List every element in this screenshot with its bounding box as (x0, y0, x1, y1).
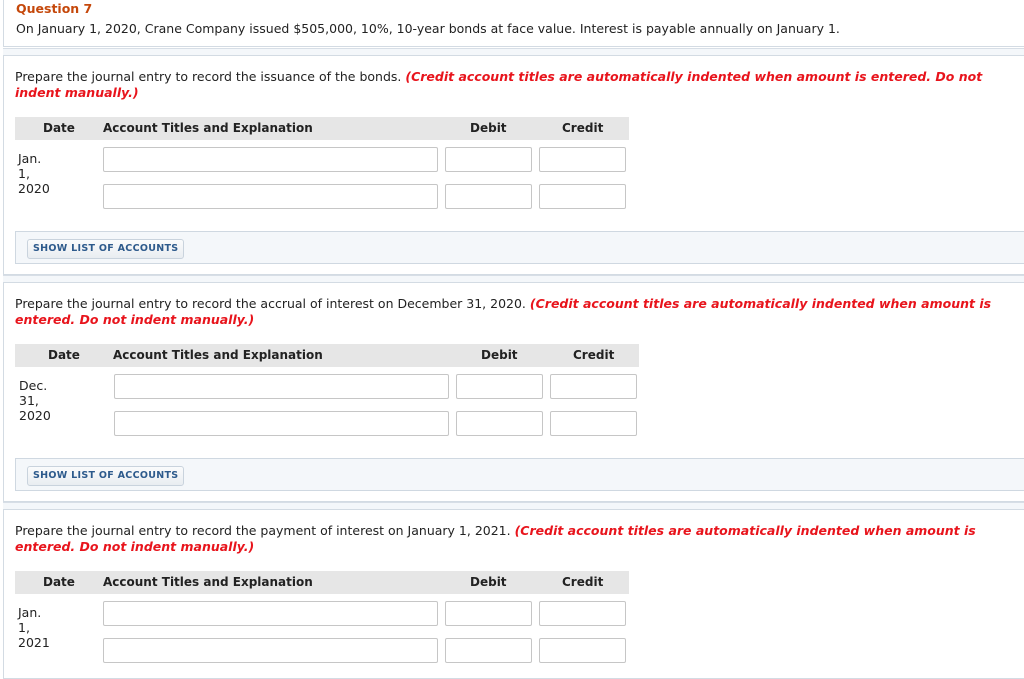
part-1-instruction: Prepare the journal entry to record the … (15, 69, 995, 101)
credit-input[interactable] (539, 601, 626, 626)
header-credit: Credit (562, 121, 604, 135)
part-3-panel: Prepare the journal entry to record the … (3, 509, 1024, 679)
header-credit: Credit (573, 348, 615, 362)
instruction-text: Prepare the journal entry to record the … (15, 296, 526, 311)
show-list-of-accounts-button[interactable]: SHOW LIST OF ACCOUNTS (27, 466, 185, 486)
credit-input[interactable] (539, 638, 626, 663)
table-header: Date Account Titles and Explanation Debi… (15, 571, 629, 594)
header-account: Account Titles and Explanation (103, 575, 313, 589)
account-title-input[interactable] (103, 638, 438, 663)
account-title-input[interactable] (114, 374, 449, 399)
header-account: Account Titles and Explanation (113, 348, 323, 362)
debit-input[interactable] (456, 374, 543, 399)
header-date: Date (43, 575, 75, 589)
header-credit: Credit (562, 575, 604, 589)
credit-input[interactable] (539, 184, 626, 209)
entry-date: Dec. 31, 2020 (19, 378, 51, 423)
entry-date: Jan. 1, 2021 (18, 605, 50, 650)
account-title-input[interactable] (114, 411, 449, 436)
part-2-instruction: Prepare the journal entry to record the … (15, 296, 995, 328)
debit-input[interactable] (456, 411, 543, 436)
debit-input[interactable] (445, 184, 532, 209)
header-debit: Debit (481, 348, 518, 362)
part-3-instruction: Prepare the journal entry to record the … (15, 523, 995, 555)
account-title-input[interactable] (103, 601, 438, 626)
instruction-text: Prepare the journal entry to record the … (15, 523, 511, 538)
instruction-text: Prepare the journal entry to record the … (15, 69, 402, 84)
header-account: Account Titles and Explanation (103, 121, 313, 135)
credit-input[interactable] (539, 147, 626, 172)
section-divider (3, 275, 1024, 282)
entry-date: Jan. 1, 2020 (18, 151, 50, 196)
section-divider (3, 48, 1024, 55)
accounts-bar: SHOW LIST OF ACCOUNTS (15, 458, 1024, 491)
table-header: Date Account Titles and Explanation Debi… (15, 344, 639, 367)
debit-input[interactable] (445, 638, 532, 663)
question-text: On January 1, 2020, Crane Company issued… (16, 21, 840, 36)
debit-input[interactable] (445, 601, 532, 626)
table-header: Date Account Titles and Explanation Debi… (15, 117, 629, 140)
accounts-bar: SHOW LIST OF ACCOUNTS (15, 231, 1024, 264)
section-divider (3, 502, 1024, 509)
debit-input[interactable] (445, 147, 532, 172)
header-date: Date (48, 348, 80, 362)
question-panel: Question 7 On January 1, 2020, Crane Com… (3, 0, 1024, 47)
header-debit: Debit (470, 575, 507, 589)
credit-input[interactable] (550, 374, 637, 399)
show-list-of-accounts-button[interactable]: SHOW LIST OF ACCOUNTS (27, 239, 185, 259)
part-2-panel: Prepare the journal entry to record the … (3, 282, 1024, 502)
header-date: Date (43, 121, 75, 135)
part-1-panel: Prepare the journal entry to record the … (3, 55, 1024, 275)
account-title-input[interactable] (103, 184, 438, 209)
account-title-input[interactable] (103, 147, 438, 172)
question-title: Question 7 (16, 1, 93, 16)
header-debit: Debit (470, 121, 507, 135)
credit-input[interactable] (550, 411, 637, 436)
